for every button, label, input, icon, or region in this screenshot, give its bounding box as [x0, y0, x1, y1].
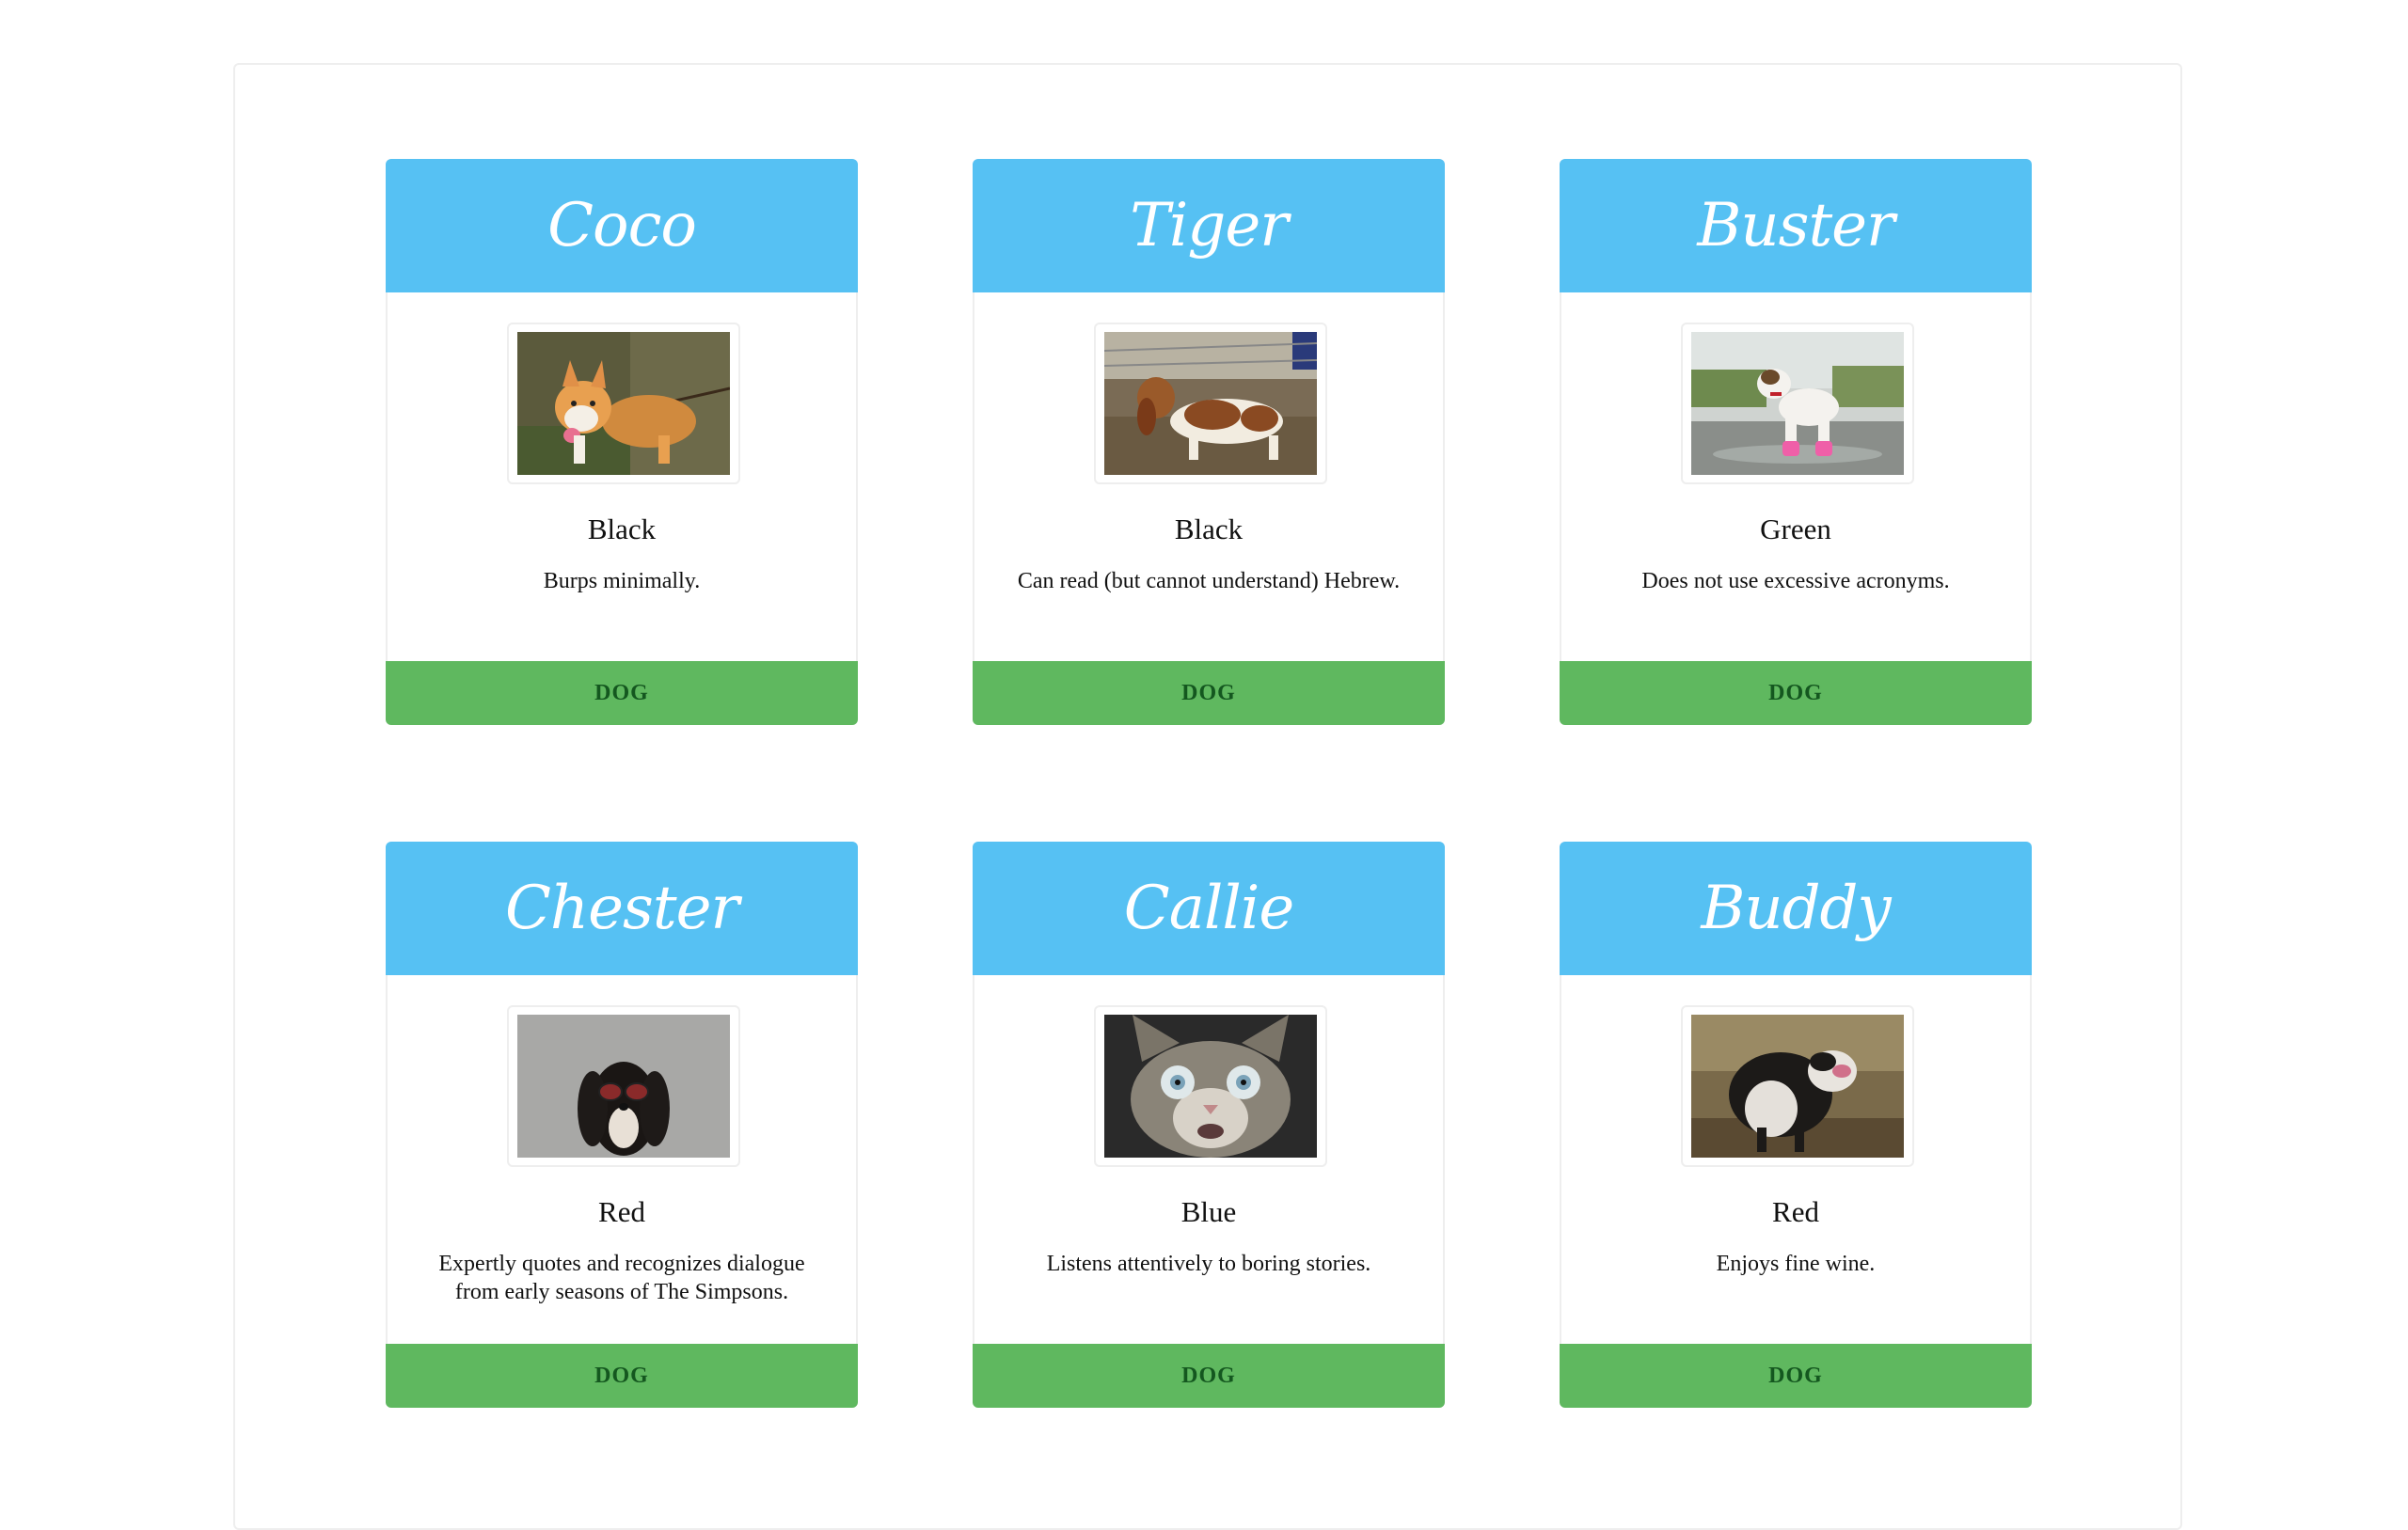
- pet-card: Buddy Red Enjoys fine wine. DOG: [1560, 842, 2032, 1408]
- pet-card: Callie Blue Listens attentively to borin…: [973, 842, 1445, 1408]
- pet-card-header: Buddy: [1560, 842, 2032, 975]
- pet-type-label: DOG: [594, 680, 649, 705]
- pet-description: Does not use excessive acronyms.: [1641, 569, 1950, 593]
- pet-name: Coco: [547, 191, 697, 260]
- main-panel: Coco Black Burps minimally. DOG Tiger Bl…: [233, 63, 2182, 1530]
- pet-card-header: Callie: [973, 842, 1445, 975]
- wet-dog-photo: [1691, 1015, 1904, 1158]
- pet-photo-frame: [507, 1005, 740, 1167]
- pet-type-button[interactable]: DOG: [1560, 661, 2032, 725]
- pet-photo-frame: [507, 323, 740, 484]
- pet-type-label: DOG: [1181, 680, 1236, 705]
- pet-description: Listens attentively to boring stories.: [1046, 1252, 1371, 1276]
- pet-type-button[interactable]: DOG: [386, 1344, 858, 1408]
- pet-card-header: Tiger: [973, 159, 1445, 292]
- pet-description: Enjoys fine wine.: [1716, 1252, 1876, 1276]
- pet-card-header: Buster: [1560, 159, 2032, 292]
- pet-photo-frame: [1681, 323, 1914, 484]
- corgi-photo: [517, 332, 730, 475]
- pet-color: Blue: [1180, 1195, 1237, 1228]
- pet-card-header: Chester: [386, 842, 858, 975]
- pet-name: Chester: [504, 874, 739, 943]
- terrier-photo: [1691, 332, 1904, 475]
- pet-card-header: Coco: [386, 159, 858, 292]
- pet-color: Red: [1772, 1195, 1819, 1228]
- pet-type-button[interactable]: DOG: [973, 661, 1445, 725]
- pet-card: Buster Green Does not use excessive acro…: [1560, 159, 2032, 725]
- pet-photo-frame: [1681, 1005, 1914, 1167]
- pet-color: Green: [1760, 513, 1831, 545]
- pet-name: Buster: [1697, 191, 1894, 260]
- pet-color: Black: [587, 513, 657, 545]
- pet-type-label: DOG: [1181, 1363, 1236, 1388]
- pet-card-grid: Coco Black Burps minimally. DOG Tiger Bl…: [386, 159, 2032, 1408]
- pet-type-label: DOG: [1768, 680, 1823, 705]
- pet-card: Coco Black Burps minimally. DOG: [386, 159, 858, 725]
- pet-photo-frame: [1094, 1005, 1327, 1167]
- pet-card: Chester Red Expertly quotes and recogniz…: [386, 842, 858, 1408]
- pet-description: Can read (but cannot understand) Hebrew.: [1017, 569, 1401, 593]
- pet-type-label: DOG: [1768, 1363, 1823, 1388]
- pet-description: Expertly quotes and recognizes dialogue …: [438, 1252, 805, 1304]
- pet-color: Black: [1174, 513, 1244, 545]
- pet-type-button[interactable]: DOG: [973, 1344, 1445, 1408]
- pet-type-button[interactable]: DOG: [386, 661, 858, 725]
- pet-type-label: DOG: [594, 1363, 649, 1388]
- cat-photo: [1104, 1015, 1317, 1158]
- pet-description: Burps minimally.: [543, 569, 701, 593]
- pet-color: Red: [598, 1195, 645, 1228]
- spaniel-photo: [517, 1015, 730, 1158]
- pet-name: Tiger: [1130, 191, 1289, 260]
- pet-name: Callie: [1123, 874, 1294, 943]
- pet-card: Tiger Black Can read (but cannot underst…: [973, 159, 1445, 725]
- pet-name: Buddy: [1701, 874, 1891, 943]
- pet-photo-frame: [1094, 323, 1327, 484]
- basset-hound-photo: [1104, 332, 1317, 475]
- pet-type-button[interactable]: DOG: [1560, 1344, 2032, 1408]
